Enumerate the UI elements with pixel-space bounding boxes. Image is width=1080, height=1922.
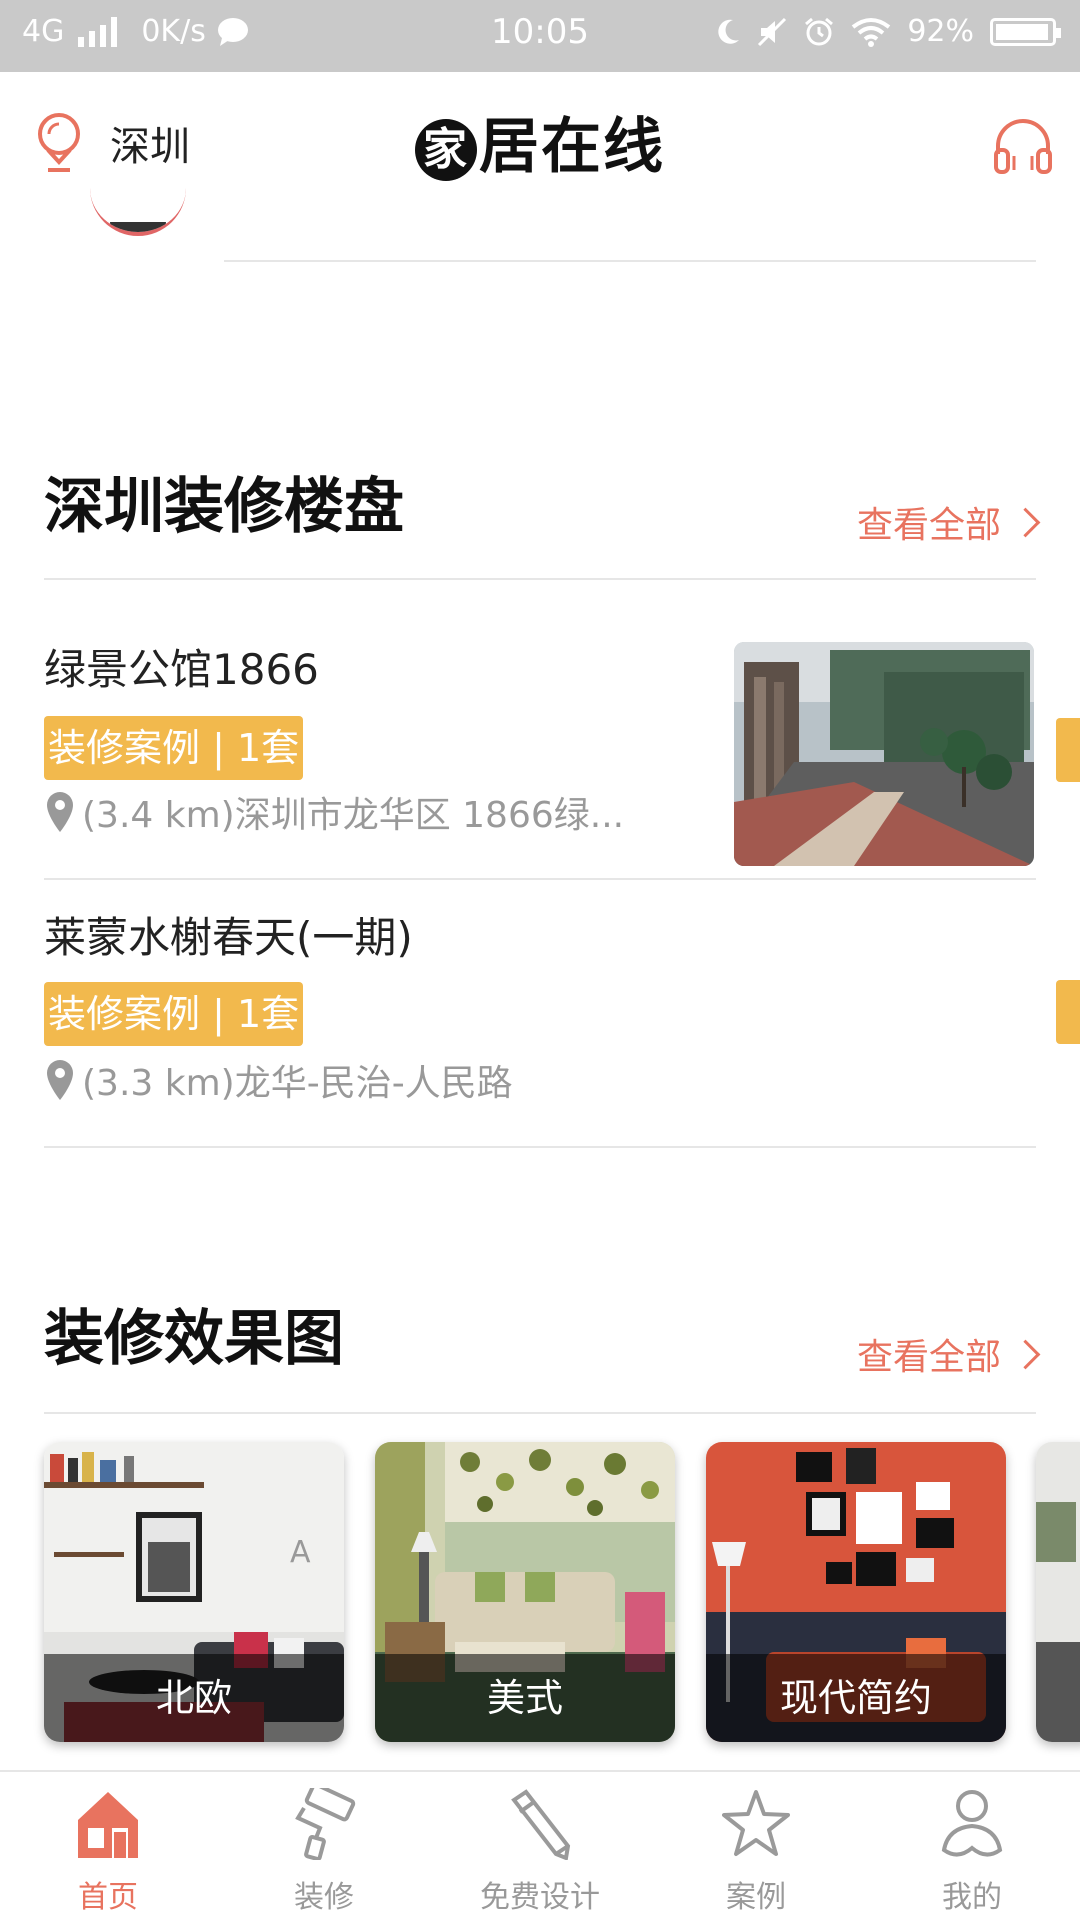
map-pin-icon: [47, 1060, 73, 1100]
customer-service-button[interactable]: [992, 116, 1054, 180]
section-title-properties: 深圳装修楼盘: [44, 472, 404, 542]
battery-percent: 92%: [907, 14, 974, 49]
home-icon: [78, 1792, 138, 1858]
previous-item-avatar: [90, 168, 186, 236]
divider: [44, 878, 1036, 880]
bottom-tab-bar: 首页 装修 免费设计 案例 我的: [0, 1770, 1080, 1922]
svg-text:A: A: [290, 1535, 311, 1570]
property-address: (3.3 km)龙华-民治-人民路: [44, 1054, 513, 1106]
view-all-label: 查看全部: [856, 1337, 1001, 1378]
logo-mark: 家: [415, 119, 477, 182]
tab-mine[interactable]: 我的: [864, 1772, 1080, 1922]
tab-home[interactable]: 首页: [0, 1772, 216, 1922]
style-card-peek[interactable]: [1036, 1442, 1080, 1742]
mute-icon: [758, 17, 787, 46]
wifi-icon: [852, 17, 891, 47]
case-count-tag: 装修案例 | 1套: [44, 716, 304, 780]
style-card-label: 北欧: [44, 1654, 344, 1742]
moon-icon: [718, 19, 740, 44]
address-text: (3.4 km)深圳市龙华区 1866绿...: [82, 795, 625, 836]
tab-decoration[interactable]: 装修: [216, 1772, 432, 1922]
divider: [44, 1146, 1036, 1148]
next-column-peek: [1056, 640, 1080, 900]
tab-label: 装修: [294, 1880, 354, 1915]
next-column-peek: [1056, 900, 1080, 1120]
tab-cases[interactable]: 案例: [648, 1772, 864, 1922]
tab-label: 首页: [78, 1880, 138, 1915]
user-icon: [941, 1790, 1003, 1857]
property-name: 莱蒙水榭春天(一期): [44, 913, 413, 962]
case-count-tag: 装修案例 | 1套: [44, 982, 304, 1046]
logo-text: 居在线: [479, 112, 665, 182]
address-text: (3.3 km)龙华-民治-人民路: [82, 1063, 513, 1104]
chevron-right-icon: [1010, 1339, 1041, 1369]
view-all-label: 查看全部: [856, 505, 1001, 546]
next-column-tag: [1056, 980, 1080, 1044]
tab-free-design[interactable]: 免费设计: [432, 1772, 648, 1922]
property-name: 绿景公馆1866: [44, 645, 319, 694]
tab-label: 我的: [942, 1880, 1002, 1915]
style-card-label: 现代简约: [706, 1654, 1006, 1742]
pencil-icon: [511, 1789, 571, 1860]
divider: [44, 578, 1036, 580]
style-card-modern-minimal[interactable]: 现代简约: [706, 1442, 1006, 1742]
style-card-american[interactable]: 美式: [375, 1442, 675, 1742]
divider: [44, 1412, 1036, 1414]
property-address: (3.4 km)深圳市龙华区 1866绿...: [44, 786, 624, 838]
section-title-styles: 装修效果图: [44, 1304, 344, 1374]
paint-roller-icon: [295, 1788, 356, 1860]
tab-label: 案例: [726, 1880, 786, 1915]
view-all-properties-link[interactable]: 查看全部: [856, 496, 1041, 548]
divider: [224, 260, 1036, 262]
map-pin-icon: [47, 792, 73, 832]
style-card-nordic[interactable]: A 北欧: [44, 1442, 344, 1742]
headphones-icon: [994, 119, 1052, 174]
status-bar: 4G 0K/s 10:05 92%: [0, 0, 1080, 72]
alarm-icon: [805, 17, 834, 45]
view-all-styles-link[interactable]: 查看全部: [856, 1328, 1041, 1380]
chevron-right-icon: [1010, 507, 1041, 537]
battery-icon: [990, 17, 1061, 46]
style-card-label: 美式: [375, 1654, 675, 1742]
property-photo: [734, 642, 1034, 866]
star-icon: [722, 1790, 790, 1856]
tab-label: 免费设计: [480, 1880, 600, 1915]
style-card-peek-photo: [1036, 1442, 1080, 1742]
next-column-tag: [1056, 718, 1080, 782]
